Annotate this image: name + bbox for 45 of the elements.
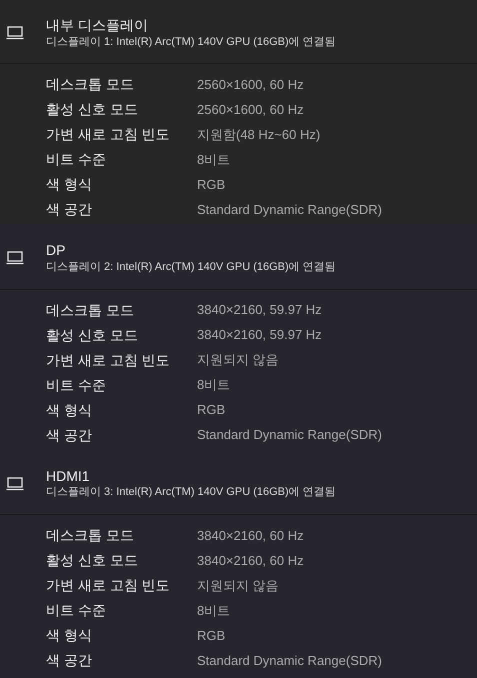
property-value: 3840×2160, 60 Hz [197,526,304,544]
property-value: 3840×2160, 59.97 Hz [197,326,322,344]
property-value: Standard Dynamic Range(SDR) [197,201,382,219]
property-label: 데스크톱 모드 [46,75,135,94]
property-value: 2560×1600, 60 Hz [197,101,304,119]
property-label: 색 공간 [46,426,93,444]
property-label: 비트 수준 [46,150,107,170]
property-label: 색 공간 [46,650,93,670]
display-name: DP [46,242,66,260]
property-value: 지원되지 않음 [197,351,279,370]
property-label: 비트 수준 [46,376,107,394]
laptop-icon [6,476,24,491]
property-value: RGB [197,176,226,194]
property-label: 색 형식 [46,400,93,420]
property-label: 활성 신호 모드 [46,100,139,120]
property-value: 지원되지 않음 [197,576,279,594]
property-label: 가변 새로 고침 빈도 [46,125,171,144]
property-label: 활성 신호 모드 [46,550,139,570]
property-label: 색 공간 [46,200,93,220]
property-value: 8비트 [197,376,230,394]
property-label: 색 형식 [46,626,93,645]
property-label: 가변 새로 고침 빈도 [46,350,171,370]
display-connection: 디스플레이 3: Intel(R) Arc(TM) 140V GPU (16GB)에 연결됨 [46,486,336,500]
property-value: 3840×2160, 60 Hz [197,552,304,570]
laptop-icon [6,26,24,40]
property-value: 지원함(48 Hz~60 Hz) [197,126,320,144]
display-connection: 디스플레이 1: Intel(R) Arc(TM) 140V GPU (16GB)에 연결됨 [46,36,336,50]
property-value: 2560×1600, 60 Hz [197,76,304,94]
property-value: 3840×2160, 59.97 Hz [197,301,322,320]
property-value: RGB [197,626,226,644]
property-value: Standard Dynamic Range(SDR) [197,652,382,670]
laptop-icon [6,251,24,266]
property-value: RGB [197,401,226,420]
property-label: 활성 신호 모드 [46,326,139,344]
display-name: HDMI1 [46,468,91,485]
property-label: 가변 새로 고침 빈도 [46,576,171,595]
property-value: 8비트 [197,151,230,169]
display-connection: 디스플레이 2: Intel(R) Arc(TM) 140V GPU (16GB)에 연결됨 [46,260,336,274]
property-value: Standard Dynamic Range(SDR) [197,426,382,444]
property-label: 색 형식 [46,175,93,194]
property-label: 데스크톱 모드 [46,300,135,320]
property-value: 8비트 [197,602,230,620]
display-name: 내부 디스플레이 [46,17,149,34]
property-label: 데스크톱 모드 [46,526,135,545]
property-label: 비트 수준 [46,600,107,620]
